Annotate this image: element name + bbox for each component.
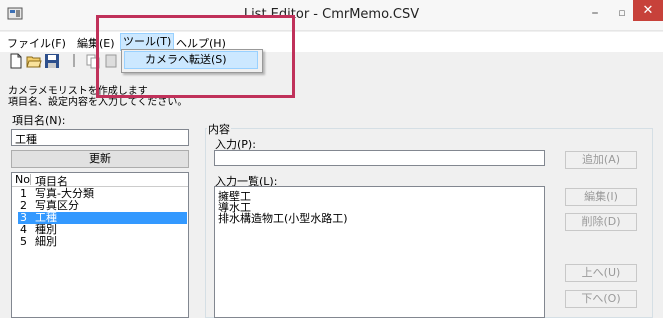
item-name-label: 項目名(N): <box>12 114 66 127</box>
move-up-button[interactable]: 上へ(U) <box>565 264 637 282</box>
input-list[interactable] <box>214 186 545 318</box>
item-list-header-no: No <box>15 173 30 186</box>
highlight-callout <box>96 15 295 98</box>
add-button[interactable]: 追加(A) <box>565 151 637 169</box>
maximize-button[interactable]: ▫ <box>611 0 633 26</box>
close-button[interactable]: ✕ <box>633 0 663 21</box>
new-file-icon[interactable] <box>8 53 24 69</box>
cut-icon[interactable] <box>66 53 82 69</box>
content-input[interactable] <box>214 150 545 166</box>
move-down-button[interactable]: 下へ(O) <box>565 290 637 308</box>
item-row-no: 5 <box>20 235 27 248</box>
edit-button[interactable]: 編集(I) <box>565 188 637 206</box>
item-row-5[interactable]: 5 細別 <box>20 236 180 248</box>
menu-file[interactable]: ファイル(F) <box>7 35 66 51</box>
minimize-button[interactable]: – <box>580 0 610 26</box>
open-folder-icon[interactable] <box>26 53 42 69</box>
item-list-header-divider <box>30 174 31 185</box>
save-icon[interactable] <box>44 53 60 69</box>
delete-button[interactable]: 削除(D) <box>565 213 637 231</box>
item-name-input[interactable]: 工種 <box>11 129 189 146</box>
input-list-item-3[interactable]: 排水構造物工(小型水路工) <box>218 210 348 226</box>
content-group-label: 内容 <box>207 121 231 137</box>
update-button[interactable]: 更新 <box>11 150 189 168</box>
item-row-name: 細別 <box>35 235 57 248</box>
